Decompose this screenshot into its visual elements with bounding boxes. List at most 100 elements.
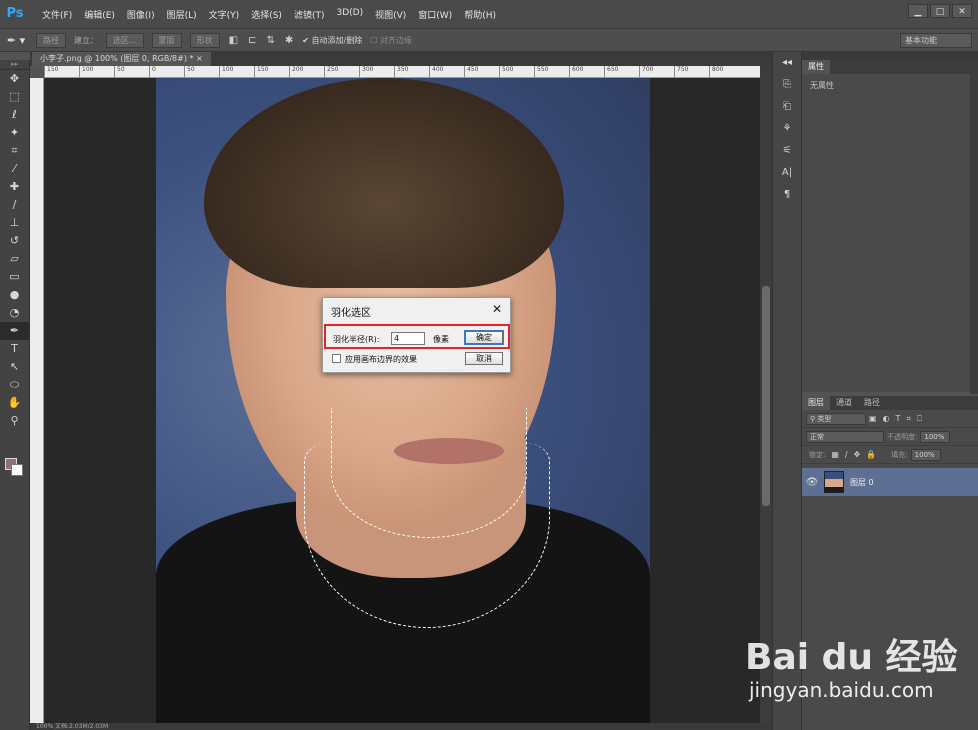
- hand-tool-icon[interactable]: ✋: [0, 394, 29, 412]
- gear-icon[interactable]: ✱: [285, 35, 293, 46]
- close-button[interactable]: ✕: [952, 4, 972, 18]
- pen-tool-preset-icon[interactable]: ✒ ▾: [0, 34, 32, 47]
- menu-layer[interactable]: 图层(L): [161, 8, 203, 21]
- blur-tool-icon[interactable]: ●: [0, 286, 29, 304]
- opacity-input[interactable]: 100%: [920, 430, 951, 443]
- ruler-tick: 50: [114, 66, 149, 77]
- photoshop-logo: Ps: [6, 6, 24, 21]
- tab-channels[interactable]: 通道: [830, 396, 858, 410]
- filter-type-icon[interactable]: T: [896, 414, 901, 423]
- canvas-area[interactable]: [44, 78, 760, 723]
- ellipse-tool-icon[interactable]: ⬭: [0, 376, 29, 394]
- move-tool-icon[interactable]: ✥: [0, 70, 29, 88]
- blend-mode-select[interactable]: 正常: [806, 430, 884, 443]
- gradient-tool-icon[interactable]: ▭: [0, 268, 29, 286]
- canvas-bounds-label: 应用画布边界的效果: [345, 355, 417, 364]
- filter-smart-object-icon[interactable]: ⎕: [917, 414, 922, 424]
- fill-input[interactable]: 100%: [910, 448, 941, 461]
- vertical-ruler[interactable]: [30, 78, 44, 723]
- menu-file[interactable]: 文件(F): [36, 8, 78, 21]
- filter-shape-icon[interactable]: ⌗: [906, 414, 911, 424]
- layer-row[interactable]: 👁 图层 0: [802, 468, 978, 496]
- history-brush-tool-icon[interactable]: ↺: [0, 232, 29, 250]
- brush-tool-icon[interactable]: ∕: [0, 196, 29, 214]
- lock-pixels-icon[interactable]: ∕: [845, 450, 848, 459]
- menu-help[interactable]: 帮助(H): [458, 8, 502, 21]
- canvas-bounds-checkbox[interactable]: [332, 354, 341, 363]
- eyedropper-tool-icon[interactable]: ⁄: [0, 160, 29, 178]
- character-panel-icon[interactable]: A|: [773, 162, 801, 184]
- make-label: 建立：: [74, 35, 98, 45]
- make-selection-button[interactable]: 选区...: [106, 32, 144, 48]
- panel-icon-strip: ◂◂ ⎘ ⎗ ⚘ ⚟ A| ¶: [772, 52, 802, 730]
- healing-brush-tool-icon[interactable]: ✚: [0, 178, 29, 196]
- make-shape-button[interactable]: 形状: [189, 32, 220, 48]
- ruler-tick: 100: [219, 66, 254, 77]
- tab-paths[interactable]: 路径: [858, 396, 886, 410]
- feather-radius-input[interactable]: 4: [391, 332, 425, 345]
- lock-transparency-icon[interactable]: ▦: [831, 450, 839, 459]
- canvas-vertical-scrollbar[interactable]: [760, 66, 772, 723]
- menu-select[interactable]: 选择(S): [245, 8, 288, 21]
- brush-presets-icon[interactable]: ⚟: [773, 140, 801, 162]
- pen-tool-icon[interactable]: ✒: [0, 322, 29, 340]
- filter-pixel-icon[interactable]: ▣: [869, 414, 877, 423]
- menu-image[interactable]: 图像(I): [121, 8, 161, 21]
- history-panel-icon[interactable]: ⎘: [773, 74, 801, 96]
- ruler-tick: 100: [79, 66, 114, 77]
- path-alignment-icon[interactable]: ⊏: [248, 35, 256, 46]
- crop-tool-icon[interactable]: ⌗: [0, 142, 29, 160]
- menu-type[interactable]: 文字(Y): [203, 8, 246, 21]
- clone-stamp-tool-icon[interactable]: ⊥: [0, 214, 29, 232]
- path-mode-select[interactable]: 路径: [36, 32, 66, 48]
- collapse-panels-icon[interactable]: ◂◂: [773, 52, 801, 74]
- horizontal-ruler[interactable]: 150 100 50 0 50 100 150 200 250 300 350 …: [44, 66, 760, 78]
- menu-window[interactable]: 窗口(W): [412, 8, 458, 21]
- type-tool-icon[interactable]: T: [0, 340, 29, 358]
- path-arrangement-icon[interactable]: ⇅: [266, 35, 274, 46]
- marquee-tool-icon[interactable]: ⬚: [0, 88, 29, 106]
- filter-adjustment-icon[interactable]: ◐: [883, 414, 890, 423]
- make-mask-button[interactable]: 蒙版: [151, 32, 182, 48]
- close-icon[interactable]: ✕: [492, 302, 502, 316]
- tab-properties[interactable]: 属性: [802, 60, 830, 74]
- menu-items: 文件(F) 编辑(E) 图像(I) 图层(L) 文字(Y) 选择(S) 滤镜(T…: [36, 8, 502, 21]
- paragraph-panel-icon[interactable]: ¶: [773, 184, 801, 206]
- menu-view[interactable]: 视图(V): [369, 8, 412, 21]
- lasso-tool-icon[interactable]: ℓ: [0, 106, 29, 124]
- document-tab[interactable]: 小李子.png @ 100% (图层 0, RGB/8#) * ×: [32, 52, 211, 66]
- properties-scrollbar[interactable]: [970, 74, 978, 394]
- lock-position-icon[interactable]: ✥: [854, 450, 861, 459]
- menu-edit[interactable]: 编辑(E): [78, 8, 121, 21]
- ok-button[interactable]: 确定: [464, 330, 504, 345]
- menu-filter[interactable]: 滤镜(T): [288, 8, 331, 21]
- toolbar-grip[interactable]: ▸▸: [0, 60, 29, 70]
- auto-add-delete-checkbox[interactable]: ✔ 自动添加/删除: [302, 35, 362, 46]
- zoom-tool-icon[interactable]: ⚲: [0, 412, 29, 430]
- menu-3d[interactable]: 3D(D): [330, 8, 369, 21]
- maximize-button[interactable]: □: [930, 4, 950, 18]
- path-operations-icon[interactable]: ◧: [229, 35, 238, 46]
- cancel-button[interactable]: 取消: [465, 352, 503, 365]
- panel-grip[interactable]: [802, 52, 978, 60]
- document-tab-title: 小李子.png @ 100% (图层 0, RGB/8#) *: [40, 54, 194, 63]
- tab-layers[interactable]: 图层: [802, 396, 830, 410]
- filter-kind-select[interactable]: ⚲ 类型: [806, 412, 866, 425]
- eraser-tool-icon[interactable]: ▱: [0, 250, 29, 268]
- auto-add-delete-label: 自动添加/删除: [311, 35, 363, 45]
- path-selection-tool-icon[interactable]: ↖: [0, 358, 29, 376]
- workspace-select[interactable]: 基本功能: [900, 33, 972, 48]
- eye-icon[interactable]: 👁: [802, 477, 822, 488]
- lock-all-icon[interactable]: 🔒: [866, 450, 876, 459]
- background-color-swatch[interactable]: [11, 464, 23, 476]
- status-bar: 100% 文档:2.03M/2.03M: [30, 723, 772, 730]
- close-tab-icon[interactable]: ×: [196, 54, 203, 63]
- brush-panel-icon[interactable]: ⚘: [773, 118, 801, 140]
- scrollbar-thumb[interactable]: [762, 286, 770, 506]
- magic-wand-tool-icon[interactable]: ✦: [0, 124, 29, 142]
- portrait-photo[interactable]: [156, 78, 650, 723]
- align-edges-checkbox[interactable]: ☐ 对齐边缘: [370, 35, 412, 46]
- dodge-tool-icon[interactable]: ◔: [0, 304, 29, 322]
- actions-panel-icon[interactable]: ⎗: [773, 96, 801, 118]
- minimize-button[interactable]: ▁: [908, 4, 928, 18]
